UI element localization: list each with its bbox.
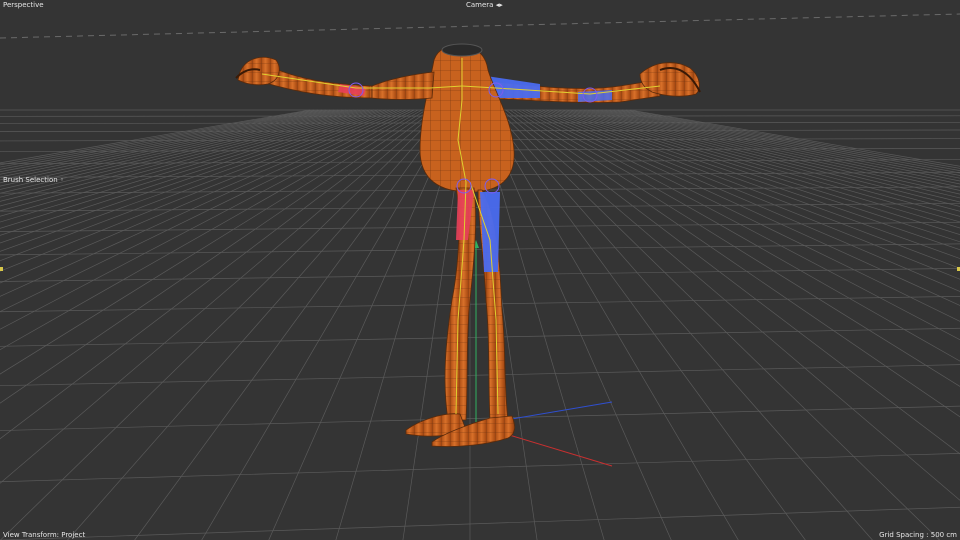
character-model[interactable] bbox=[235, 43, 701, 447]
viewport-label: Perspective bbox=[3, 1, 44, 9]
grid-line bbox=[0, 109, 319, 168]
grid-line bbox=[0, 109, 331, 175]
view-transform-readout: View Transform: Project bbox=[3, 531, 86, 539]
horizon-line bbox=[0, 13, 960, 39]
grid-line bbox=[0, 453, 960, 483]
grid-line bbox=[585, 109, 960, 199]
viewport-scene[interactable] bbox=[0, 0, 960, 540]
grid-line bbox=[0, 109, 367, 207]
grid-line bbox=[629, 109, 960, 167]
3d-viewport[interactable]: Perspective Camera ◂▸ Brush Selection ◦ … bbox=[0, 0, 960, 540]
grid-line bbox=[134, 109, 451, 540]
grid-line bbox=[0, 109, 339, 181]
left-edge-marker bbox=[0, 267, 3, 271]
grid-line bbox=[613, 109, 960, 176]
grid-line bbox=[0, 109, 315, 166]
grid-line bbox=[0, 364, 960, 387]
grid-line bbox=[0, 109, 327, 173]
grid-line bbox=[0, 243, 960, 256]
brush-selection-label: Brush Selection bbox=[3, 176, 58, 184]
grid-line bbox=[0, 327, 960, 347]
brush-selection-menu[interactable]: Brush Selection ◦ bbox=[3, 176, 64, 185]
grid-line bbox=[601, 109, 960, 185]
grid-line bbox=[0, 109, 391, 244]
grid-line bbox=[0, 506, 960, 540]
grid-line bbox=[581, 109, 960, 203]
grid-line bbox=[67, 109, 447, 540]
camera-switch-icon[interactable]: ◂▸ bbox=[496, 1, 503, 9]
grid-line bbox=[0, 109, 371, 212]
grid-spacing-readout: Grid Spacing : 500 cm bbox=[879, 531, 957, 539]
head-opening bbox=[441, 43, 483, 57]
camera-menu-label: Camera bbox=[466, 1, 496, 9]
grid-line bbox=[0, 109, 383, 229]
body-torso bbox=[419, 45, 515, 193]
grid-line bbox=[577, 109, 960, 207]
grid-line bbox=[617, 109, 960, 174]
grid-line bbox=[0, 296, 960, 313]
brush-circle-icon[interactable]: ◦ bbox=[60, 176, 64, 184]
grid-line bbox=[593, 109, 960, 191]
camera-menu[interactable]: Camera ◂▸ bbox=[466, 1, 503, 10]
grid-line bbox=[609, 109, 960, 179]
grid-line bbox=[0, 109, 335, 178]
left-shoulder bbox=[371, 71, 435, 100]
grid-line bbox=[0, 109, 311, 164]
